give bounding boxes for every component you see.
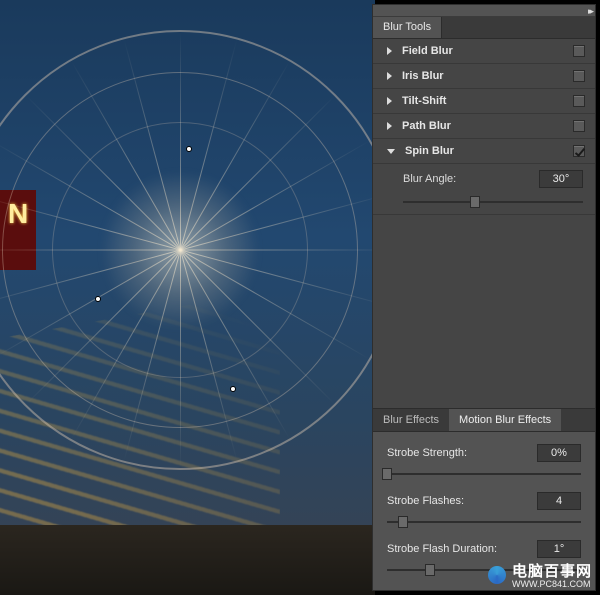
row-field-blur[interactable]: Field Blur (373, 39, 595, 64)
blur-angle-slider[interactable] (403, 194, 583, 210)
blur-tools-panel: ▸▸ Blur Tools Field Blur Iris Blur Tilt-… (372, 4, 596, 591)
spin-blur-controls: Blur Angle: 30° (373, 164, 595, 215)
field-blur-checkbox[interactable] (573, 45, 585, 57)
row-spin-blur[interactable]: Spin Blur (373, 139, 595, 164)
row-tilt-shift[interactable]: Tilt-Shift (373, 89, 595, 114)
strobe-strength-slider[interactable] (387, 466, 581, 482)
strobe-strength-value[interactable]: 0% (537, 444, 581, 462)
path-blur-checkbox[interactable] (573, 120, 585, 132)
disclosure-right-icon (387, 97, 392, 105)
slider-thumb[interactable] (470, 196, 480, 208)
tool-label: Iris Blur (402, 70, 444, 82)
strobe-duration-value[interactable]: 1° (537, 540, 581, 558)
strobe-duration-label: Strobe Flash Duration: (387, 543, 537, 555)
tab-motion-blur-effects[interactable]: Motion Blur Effects (449, 409, 561, 431)
strobe-strength-label: Strobe Strength: (387, 447, 537, 459)
spin-handle-bottom[interactable] (230, 386, 236, 392)
strobe-flashes-slider[interactable] (387, 514, 581, 530)
strobe-duration-slider[interactable] (387, 562, 581, 578)
motion-blur-effects-pane: Strobe Strength: 0% Strobe Flashes: 4 St… (373, 432, 595, 590)
document-canvas[interactable] (0, 0, 375, 595)
ground (0, 525, 375, 595)
tilt-shift-checkbox[interactable] (573, 95, 585, 107)
ferris-wheel (0, 30, 375, 470)
tool-label: Field Blur (402, 45, 453, 57)
disclosure-down-icon (387, 149, 395, 154)
panel-spacer (373, 215, 595, 408)
strobe-duration-row: Strobe Flash Duration: 1° (373, 530, 595, 586)
strobe-flashes-label: Strobe Flashes: (387, 495, 537, 507)
blur-angle-label: Blur Angle: (403, 173, 529, 185)
panel-header: ▸▸ (373, 5, 595, 17)
effects-tabbar: Blur Effects Motion Blur Effects (373, 408, 595, 432)
disclosure-right-icon (387, 122, 392, 130)
spin-handle-left[interactable] (95, 296, 101, 302)
strobe-flashes-row: Strobe Flashes: 4 (373, 482, 595, 530)
tool-label: Tilt-Shift (402, 95, 446, 107)
spin-blur-checkbox[interactable] (573, 145, 585, 157)
wheel-spokes (0, 32, 375, 468)
slider-thumb[interactable] (425, 564, 435, 576)
slider-thumb[interactable] (382, 468, 392, 480)
row-iris-blur[interactable]: Iris Blur (373, 64, 595, 89)
disclosure-right-icon (387, 72, 392, 80)
tool-label: Path Blur (402, 120, 451, 132)
strobe-strength-row: Strobe Strength: 0% (373, 434, 595, 482)
tool-label: Spin Blur (405, 145, 454, 157)
strobe-flashes-value[interactable]: 4 (537, 492, 581, 510)
wheel-hub-blur (100, 170, 260, 330)
tool-list: Field Blur Iris Blur Tilt-Shift Path Blu… (373, 39, 595, 215)
panel-collapse-icon[interactable]: ▸▸ (588, 6, 591, 17)
disclosure-right-icon (387, 47, 392, 55)
row-path-blur[interactable]: Path Blur (373, 114, 595, 139)
slider-thumb[interactable] (398, 516, 408, 528)
iris-blur-checkbox[interactable] (573, 70, 585, 82)
blur-angle-value[interactable]: 30° (539, 170, 583, 188)
spin-handle-top[interactable] (186, 146, 192, 152)
tab-blur-tools[interactable]: Blur Tools (373, 17, 442, 38)
tab-blur-effects[interactable]: Blur Effects (373, 409, 449, 431)
panel-tabbar: Blur Tools (373, 17, 595, 39)
